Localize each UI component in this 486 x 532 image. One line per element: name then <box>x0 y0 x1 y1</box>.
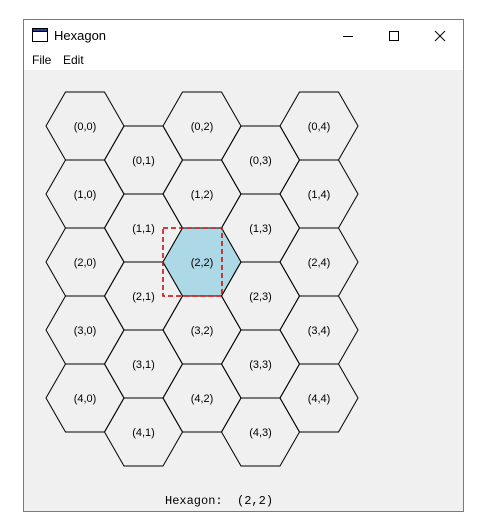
hex-cell-label: (3,4) <box>308 325 331 337</box>
minimize-button[interactable] <box>325 20 371 52</box>
hex-cell-label: (2,3) <box>249 291 272 303</box>
hex-cell-label: (3,2) <box>191 325 214 337</box>
window-app-icon <box>32 28 48 42</box>
hex-cell-label: (4,1) <box>132 427 155 439</box>
close-icon <box>434 30 446 42</box>
maximize-button[interactable] <box>371 20 417 52</box>
hex-cell-label: (3,0) <box>74 325 97 337</box>
hex-cell-label: (0,0) <box>74 121 97 133</box>
title-bar[interactable]: Hexagon <box>24 20 463 52</box>
maximize-icon <box>389 31 399 41</box>
hex-cell-label: (2,4) <box>308 257 331 269</box>
hex-cell-label: (0,4) <box>308 121 331 133</box>
menu-bar: File Edit <box>24 52 463 70</box>
hex-cell-label: (4,4) <box>308 393 331 405</box>
status-value: (2,2) <box>237 494 274 508</box>
hex-cell-label: (2,2) <box>191 257 214 269</box>
hex-cell-label: (0,3) <box>249 155 272 167</box>
minimize-icon <box>343 36 353 37</box>
status-label: Hexagon: <box>165 494 223 508</box>
hex-cell-label: (1,1) <box>132 223 155 235</box>
hex-cell-label: (1,0) <box>74 189 97 201</box>
hex-grid-canvas[interactable]: (0,0) (0,1) (0,2) (0,3) (0,4) (1,0) (1,1) (1,2)… <box>24 70 463 490</box>
hex-cell-label: (1,4) <box>308 189 331 201</box>
hex-cell-label: (2,0) <box>74 257 97 269</box>
status-bar: Hexagon: (2,2) <box>165 494 273 508</box>
hex-cell-label: (3,3) <box>249 359 272 371</box>
hex-cell-label: (0,2) <box>191 121 214 133</box>
app-window: Hexagon File Edit (0,0) (0,1) (0,2) (0,3) (0… <box>23 19 464 512</box>
hex-cell-label: (1,3) <box>249 223 272 235</box>
hex-cell-label: (1,2) <box>191 189 214 201</box>
menu-edit[interactable]: Edit <box>62 53 85 67</box>
hex-cell-label: (0,1) <box>132 155 155 167</box>
hex-cell-label: (4,3) <box>249 427 272 439</box>
close-button[interactable] <box>417 20 463 52</box>
hex-cell-label: (3,1) <box>132 359 155 371</box>
menu-file[interactable]: File <box>31 53 52 67</box>
hex-cell-label: (4,2) <box>191 393 214 405</box>
hex-cell-label: (2,1) <box>132 291 155 303</box>
hex-cell-label: (4,0) <box>74 393 97 405</box>
window-title: Hexagon <box>54 28 107 43</box>
